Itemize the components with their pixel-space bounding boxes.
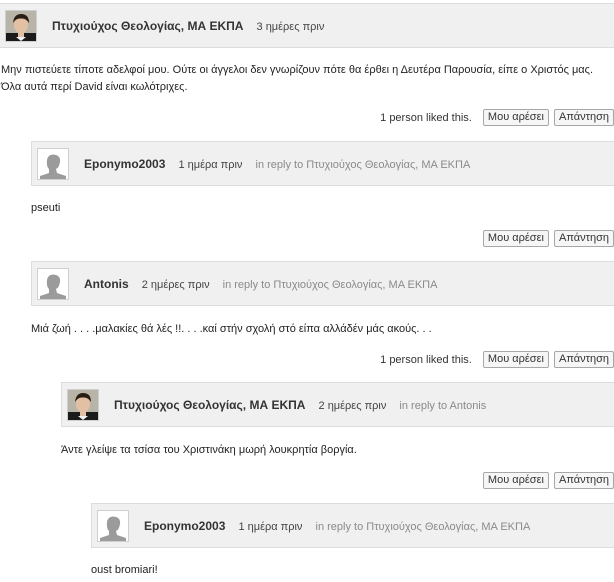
comment-author[interactable]: Eponymo2003 [144, 519, 225, 533]
comment-body: pseuti [31, 202, 61, 214]
reply-button[interactable]: Απάντηση [554, 472, 614, 489]
comment-header: Eponymo2003 1 ημέρα πριν in reply to Πτυ… [31, 141, 614, 186]
avatar[interactable] [37, 268, 69, 300]
comment-body: Μιά ζωή . . . .μαλακίες θά λές !!. . . .… [31, 323, 432, 335]
avatar[interactable] [97, 510, 129, 542]
like-button[interactable]: Μου αρέσει [482, 472, 549, 489]
comment-author[interactable]: Πτυχιούχος Θεολογίας, ΜΑ ΕΚΠΑ [52, 19, 243, 33]
like-button[interactable]: Μου αρέσει [482, 230, 549, 247]
comment-actions: 1 person liked this. Μου αρέσει Απάντηση [380, 109, 614, 127]
like-button[interactable]: Μου αρέσει [482, 109, 549, 126]
avatar[interactable] [67, 389, 99, 421]
comment-time: 2 ημέρες πριν [141, 279, 210, 291]
comment-time: 3 ημέρες πριν [256, 21, 325, 33]
comment-actions: 1 person liked this. Μου αρέσει Απάντηση [380, 351, 614, 369]
comment-header: Πτυχιούχος Θεολογίας, ΜΑ ΕΚΠΑ 2 ημέρες π… [61, 382, 614, 427]
comment-author[interactable]: Πτυχιούχος Θεολογίας, ΜΑ ΕΚΠΑ [114, 398, 305, 412]
like-button[interactable]: Μου αρέσει [482, 351, 549, 368]
user-photo-icon [68, 390, 98, 420]
comment-time: 1 ημέρα πριν [238, 521, 303, 533]
default-user-icon [38, 269, 68, 299]
comment-body: oust bromiari! [91, 564, 158, 576]
comment-body: Άντε γλείψε τα τσίσα του Χριστινάκη μωρή… [61, 444, 357, 456]
like-count: 1 person liked this. [380, 111, 472, 124]
comment-body: Μην πιστεύετε τίποτε αδελφοί μου. Ούτε ο… [1, 64, 594, 93]
comment-time: 2 ημέρες πριν [318, 400, 387, 412]
comment-header: Antonis 2 ημέρες πριν in reply to Πτυχιο… [31, 261, 614, 306]
comment-time: 1 ημέρα πριν [178, 159, 243, 171]
user-photo-icon [6, 11, 36, 41]
comment-author[interactable]: Antonis [84, 277, 129, 291]
avatar[interactable] [5, 10, 37, 42]
reply-button[interactable]: Απάντηση [554, 109, 614, 126]
in-reply-to-link[interactable]: in reply to Πτυχιούχος Θεολογίας, ΜΑ ΕΚΠ… [223, 279, 438, 291]
comment-actions: Μου αρέσει Απάντηση [481, 472, 614, 490]
reply-button[interactable]: Απάντηση [554, 230, 614, 247]
comment-actions: Μου αρέσει Απάντηση [481, 230, 614, 248]
comment-header: Πτυχιούχος Θεολογίας, ΜΑ ΕΚΠΑ 3 ημέρες π… [0, 3, 614, 48]
like-count: 1 person liked this. [380, 353, 472, 366]
avatar[interactable] [37, 148, 69, 180]
default-user-icon [98, 511, 128, 541]
comment-author[interactable]: Eponymo2003 [84, 157, 165, 171]
comment-header: Eponymo2003 1 ημέρα πριν in reply to Πτυ… [91, 503, 614, 548]
reply-button[interactable]: Απάντηση [554, 351, 614, 368]
in-reply-to-link[interactable]: in reply to Antonis [399, 400, 486, 412]
in-reply-to-link[interactable]: in reply to Πτυχιούχος Θεολογίας, ΜΑ ΕΚΠ… [316, 521, 531, 533]
default-user-icon [38, 149, 68, 179]
in-reply-to-link[interactable]: in reply to Πτυχιούχος Θεολογίας, ΜΑ ΕΚΠ… [256, 159, 471, 171]
